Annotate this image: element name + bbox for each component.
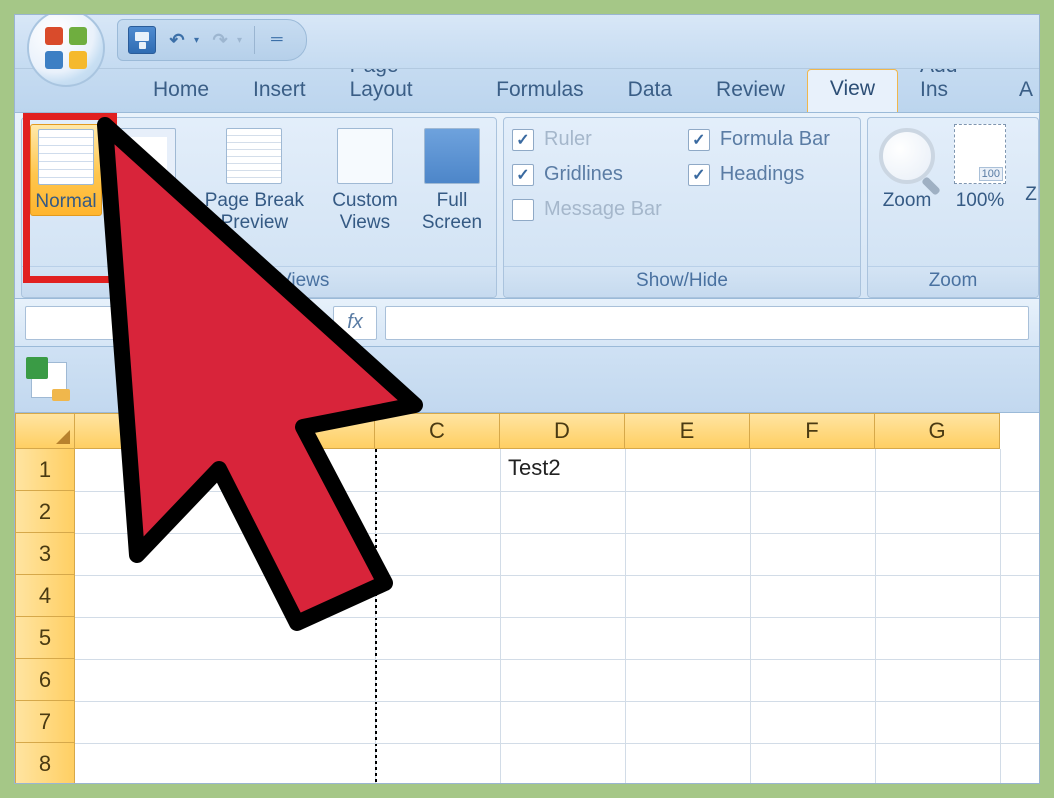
tab-view[interactable]: View — [807, 69, 898, 112]
column-header-f[interactable]: F — [750, 413, 875, 449]
window-band — [15, 347, 1039, 413]
tab-home[interactable]: Home — [131, 70, 231, 112]
row-header-5[interactable]: 5 — [15, 617, 75, 659]
page-break-preview-button[interactable]: Page Break Preview — [195, 124, 314, 236]
redo-icon[interactable]: ↷ — [207, 27, 233, 53]
row-header-4[interactable]: 4 — [15, 575, 75, 617]
zoom-button[interactable]: Zoom — [876, 124, 938, 214]
group-show-hide: ✓ Ruler ✓ Gridlines ✓ Message Bar ✓ — [503, 117, 861, 298]
office-logo-icon — [45, 27, 87, 69]
ribbon: Normal Page Layout Page Break Preview Cu… — [15, 113, 1039, 299]
fx-label: fx — [347, 311, 363, 334]
formula-bar-label: Formula Bar — [720, 128, 830, 151]
page-layout-icon — [120, 128, 176, 184]
name-box[interactable]: ▼ — [25, 306, 295, 340]
name-box-dropdown-icon[interactable]: ▼ — [275, 317, 286, 329]
qat-separator — [254, 26, 255, 54]
formula-bar-checkbox-row[interactable]: ✓ Formula Bar — [688, 128, 830, 151]
full-screen-button[interactable]: Full Screen — [416, 124, 488, 236]
message-bar-label: Message Bar — [544, 198, 662, 221]
tab-data[interactable]: Data — [606, 70, 694, 112]
cell-d1[interactable]: Test2 — [500, 449, 569, 487]
tab-more[interactable]: A — [1005, 70, 1039, 112]
fbar-separator — [309, 318, 319, 328]
row-header-6[interactable]: 6 — [15, 659, 75, 701]
column-header-hidden[interactable] — [75, 413, 375, 449]
gridlines-label: Gridlines — [544, 163, 623, 186]
message-bar-checkbox[interactable]: ✓ — [512, 199, 534, 221]
row-header-7[interactable]: 7 — [15, 701, 75, 743]
group-workbook-views: Normal Page Layout Page Break Preview Cu… — [21, 117, 497, 298]
formula-bar-checkbox[interactable]: ✓ — [688, 129, 710, 151]
group-label-zoom: Zoom — [868, 266, 1038, 297]
spreadsheet: C D E F G 1 2 3 4 5 6 7 8 — [15, 413, 1039, 784]
page-layout-button[interactable]: Page Layout — [110, 124, 187, 236]
column-header-d[interactable]: D — [500, 413, 625, 449]
row-header-3[interactable]: 3 — [15, 533, 75, 575]
select-all-corner[interactable] — [15, 413, 75, 449]
message-bar-checkbox-row[interactable]: ✓ Message Bar — [512, 198, 662, 221]
row-header-1[interactable]: 1 — [15, 449, 75, 491]
page-break-label: Page Break Preview — [199, 190, 310, 234]
group-label-workbook-views: Workbook Views — [22, 266, 496, 297]
cell-grid[interactable]: Test2 — [75, 449, 1039, 784]
row-headers: 1 2 3 4 5 6 7 8 — [15, 449, 75, 784]
row-header-2[interactable]: 2 — [15, 491, 75, 533]
zoom-100-icon — [954, 124, 1006, 184]
headings-checkbox[interactable]: ✓ — [688, 164, 710, 186]
ruler-checkbox-row[interactable]: ✓ Ruler — [512, 128, 662, 151]
zoom-label: Zoom — [883, 190, 932, 212]
group-label-show-hide: Show/Hide — [504, 266, 860, 297]
zoom-select-button[interactable]: Z — [1022, 124, 1040, 208]
normal-view-icon — [38, 129, 94, 185]
workbook-icon[interactable] — [31, 362, 67, 398]
column-header-c[interactable]: C — [375, 413, 500, 449]
normal-view-button[interactable]: Normal — [30, 124, 102, 216]
title-bar: ↶ ▾ ↷ ▾ ═ — [15, 15, 1039, 69]
redo-dropdown-icon[interactable]: ▾ — [237, 35, 242, 46]
row-header-8[interactable]: 8 — [15, 743, 75, 784]
gridlines-checkbox-row[interactable]: ✓ Gridlines — [512, 163, 662, 186]
headings-checkbox-row[interactable]: ✓ Headings — [688, 163, 830, 186]
customize-qat-icon[interactable]: ═ — [267, 31, 286, 49]
full-screen-label: Full Screen — [420, 190, 484, 234]
insert-function-button[interactable]: fx — [333, 306, 377, 340]
normal-view-label: Normal — [35, 191, 96, 213]
quick-access-toolbar: ↶ ▾ ↷ ▾ ═ — [117, 19, 307, 61]
full-screen-icon — [424, 128, 480, 184]
column-header-g[interactable]: G — [875, 413, 1000, 449]
tab-review[interactable]: Review — [694, 70, 807, 112]
custom-views-button[interactable]: Custom Views — [322, 124, 408, 236]
formula-bar: ▼ fx — [15, 299, 1039, 347]
page-break-icon — [226, 128, 282, 184]
undo-dropdown-icon[interactable]: ▾ — [194, 35, 199, 46]
ruler-checkbox[interactable]: ✓ — [512, 129, 534, 151]
page-layout-label: Page Layout — [114, 190, 183, 234]
zoom-100-label: 100% — [956, 190, 1005, 212]
column-header-e[interactable]: E — [625, 413, 750, 449]
zoom-select-label: Z — [1025, 184, 1037, 206]
headings-label: Headings — [720, 163, 805, 186]
column-headers: C D E F G — [15, 413, 1039, 449]
tab-insert[interactable]: Insert — [231, 70, 328, 112]
formula-input[interactable] — [385, 306, 1029, 340]
undo-icon[interactable]: ↶ — [164, 27, 190, 53]
magnifier-icon — [879, 128, 935, 184]
gridlines-checkbox[interactable]: ✓ — [512, 164, 534, 186]
custom-views-label: Custom Views — [326, 190, 404, 234]
ruler-label: Ruler — [544, 128, 592, 151]
custom-views-icon — [337, 128, 393, 184]
ribbon-tabs: Home Insert Page Layout Formulas Data Re… — [15, 69, 1039, 113]
save-icon[interactable] — [128, 26, 156, 54]
tab-formulas[interactable]: Formulas — [474, 70, 606, 112]
group-zoom: Zoom 100% Z Zoom — [867, 117, 1039, 298]
zoom-100-button[interactable]: 100% — [946, 124, 1014, 212]
